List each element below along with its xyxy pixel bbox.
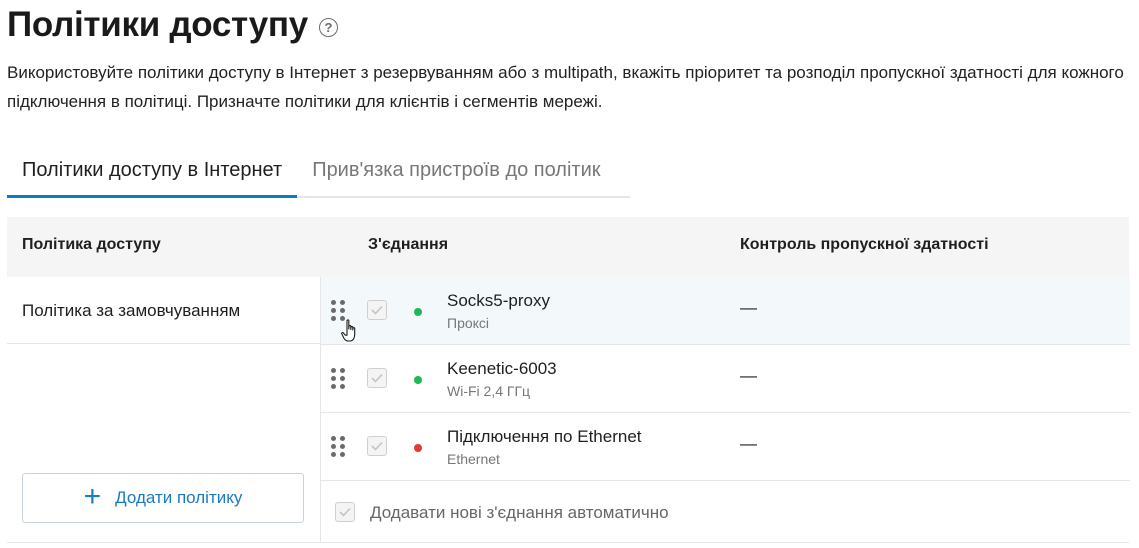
add-policy-button[interactable]: + Додати політику bbox=[22, 473, 304, 523]
bandwidth-value: — bbox=[740, 298, 757, 317]
help-icon[interactable]: ? bbox=[318, 17, 338, 37]
connection-name: Keenetic-6003 bbox=[447, 359, 557, 378]
status-dot-icon bbox=[414, 444, 422, 452]
page-description: Використовуйте політики доступу в Інтерн… bbox=[7, 63, 1124, 111]
auto-add-label[interactable]: Додавати нові з'єднання автоматично bbox=[370, 503, 669, 523]
connection-name: Socks5-proxy bbox=[447, 291, 550, 310]
header-connection: З'єднання bbox=[368, 236, 449, 253]
tab-bar: Політики доступу в Інтернет Прив'язка пр… bbox=[7, 150, 630, 198]
header-bandwidth: Контроль пропускної здатності bbox=[740, 236, 989, 253]
policy-item-default[interactable]: Політика за замовчуванням bbox=[7, 277, 320, 344]
policy-list: Політика за замовчуванням + Додати політ… bbox=[7, 277, 320, 543]
drag-handle-icon[interactable] bbox=[331, 368, 345, 389]
page-header: Політики доступу ? bbox=[7, 2, 338, 48]
connection-type: Wi-Fi 2,4 ГГц bbox=[447, 383, 531, 399]
connection-checkbox[interactable] bbox=[367, 300, 387, 320]
header-policy: Політика доступу bbox=[22, 236, 161, 253]
bandwidth-value: — bbox=[740, 434, 757, 453]
connection-row[interactable]: Підключення по Ethernet Ethernet — bbox=[321, 413, 1130, 481]
status-dot-icon bbox=[414, 376, 422, 384]
connection-checkbox[interactable] bbox=[367, 436, 387, 456]
auto-add-row: Додавати нові з'єднання автоматично bbox=[321, 481, 1130, 543]
status-dot-icon bbox=[414, 308, 422, 316]
table-header: Політика доступу З'єднання Контроль проп… bbox=[7, 217, 1129, 277]
connection-type: Проксі bbox=[447, 315, 490, 331]
connection-row[interactable]: Keenetic-6003 Wi-Fi 2,4 ГГц — bbox=[321, 345, 1130, 413]
connection-row[interactable]: Socks5-proxy Проксі — bbox=[321, 277, 1130, 345]
plus-icon: + bbox=[83, 479, 102, 513]
page-title: Політики доступу bbox=[7, 5, 308, 44]
bandwidth-value: — bbox=[740, 366, 757, 385]
connection-type: Ethernet bbox=[447, 451, 500, 467]
drag-handle-icon[interactable] bbox=[331, 436, 345, 457]
connection-list: Socks5-proxy Проксі — Keenetic-6003 Wi-F… bbox=[320, 277, 1130, 543]
connection-name: Підключення по Ethernet bbox=[447, 427, 642, 446]
hand-cursor-icon bbox=[341, 319, 356, 342]
add-policy-label: Додати політику bbox=[115, 488, 243, 507]
drag-handle-icon[interactable] bbox=[331, 300, 345, 321]
auto-add-checkbox[interactable] bbox=[335, 502, 355, 522]
tab-internet-policies[interactable]: Політики доступу в Інтернет bbox=[7, 150, 298, 198]
tab-device-binding[interactable]: Прив'язка пристроїв до політик bbox=[297, 150, 615, 196]
connection-checkbox[interactable] bbox=[367, 368, 387, 388]
